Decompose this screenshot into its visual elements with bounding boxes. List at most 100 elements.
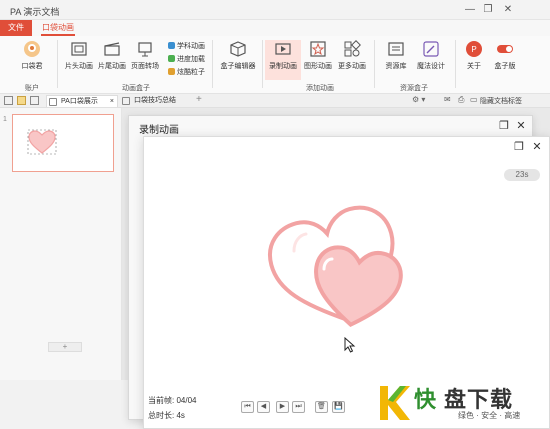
close-icon[interactable]: ✕ bbox=[500, 3, 516, 17]
page-transition-button[interactable]: 页面转场 bbox=[128, 40, 162, 71]
presentation-icon bbox=[138, 42, 152, 57]
heart-thumbnail-icon bbox=[27, 129, 57, 155]
shape-star-icon bbox=[310, 41, 326, 57]
account-group-label: 账户 bbox=[25, 85, 39, 92]
menu-tabs: 文件 口袋动画 PA bbox=[0, 20, 550, 48]
brand-slogan: 绿色 · 安全 · 高速 bbox=[458, 411, 521, 420]
account-button[interactable]: 口袋君 bbox=[16, 40, 48, 71]
account-label: 口袋君 bbox=[21, 63, 43, 70]
record-icon bbox=[275, 43, 291, 55]
close-icon[interactable]: ✕ bbox=[514, 119, 528, 133]
close-icon[interactable]: ✕ bbox=[530, 140, 544, 154]
library-icon bbox=[388, 42, 404, 56]
box-editor-label: 盒子编辑器 bbox=[220, 63, 256, 70]
restore-icon[interactable]: ❐ bbox=[480, 3, 496, 17]
previous-frame-button[interactable]: ◀ bbox=[257, 401, 270, 413]
doc-tab-pa-showcase[interactable]: PA口袋展示 × bbox=[46, 95, 118, 107]
save-icon[interactable] bbox=[30, 96, 39, 105]
magic-design-button[interactable]: 魔法设计 bbox=[413, 40, 449, 71]
doc-tab-label: 口袋技巧总结 bbox=[134, 97, 176, 104]
more-animation-button[interactable]: 更多动画 bbox=[335, 40, 369, 71]
intro-animation-button[interactable]: 片头动画 bbox=[62, 40, 96, 71]
restore-icon[interactable]: ❐ bbox=[512, 140, 526, 154]
clapper-icon bbox=[104, 42, 120, 56]
doc-tab-label: PA口袋展示 bbox=[61, 98, 98, 105]
hide-doc-tabs-label[interactable]: 隐藏文档标签 bbox=[480, 96, 522, 106]
magic-wand-icon bbox=[423, 41, 439, 57]
resource-library-button[interactable]: 资源库 bbox=[379, 40, 413, 71]
about-button[interactable]: P 关于 bbox=[460, 40, 488, 71]
cool-particles-label: 炫酷粒子 bbox=[177, 69, 205, 76]
outro-animation-button[interactable]: 片尾动画 bbox=[95, 40, 129, 71]
intro-animation-label: 片头动画 bbox=[65, 63, 93, 70]
box-edition-label: 盒子版 bbox=[494, 63, 516, 70]
ribbon: 口袋君 账户 片头动画 片尾动画 页面转场 学科动画 进度加载 炫酷粒子 动画盒… bbox=[0, 36, 550, 94]
new-doc-icon[interactable] bbox=[4, 96, 13, 105]
outro-animation-label: 片尾动画 bbox=[98, 63, 126, 70]
title-bar: PA 演示文档 — ❐ ✕ bbox=[0, 0, 550, 20]
total-time-label: 总时长: 4s bbox=[148, 411, 185, 420]
heart-highlight-2 bbox=[292, 232, 308, 253]
k-logo-icon bbox=[380, 386, 410, 420]
tab-pocket-animation[interactable]: 口袋动画 PA bbox=[33, 20, 83, 48]
play-button[interactable]: ▶ bbox=[276, 401, 289, 413]
progress-loading-item[interactable]: 进度加载 bbox=[168, 55, 205, 65]
box-editor-button[interactable]: 盒子编辑器 bbox=[218, 40, 258, 71]
about-label: 关于 bbox=[467, 63, 481, 70]
add-slide-button[interactable]: + bbox=[48, 342, 82, 352]
shape-animation-button[interactable]: 图形动画 bbox=[301, 40, 335, 71]
cool-particles-item[interactable]: 炫酷粒子 bbox=[168, 68, 205, 78]
hide-doc-icon[interactable]: ▭ bbox=[470, 95, 478, 104]
account-avatar-icon bbox=[24, 41, 40, 57]
page-transition-label: 页面转场 bbox=[131, 63, 159, 70]
slide-number: 1 bbox=[3, 116, 7, 123]
settings-dropdown-icon[interactable]: ⚙ ▾ bbox=[412, 95, 425, 104]
save-frame-button[interactable]: 💾 bbox=[332, 401, 345, 413]
toggle-icon bbox=[497, 45, 513, 53]
resource-box-group-label: 资源盒子 bbox=[400, 85, 428, 92]
site-watermark: 快 盘下载 绿色 · 安全 · 高速 bbox=[372, 378, 550, 429]
doc-tab-tips-summary[interactable]: 口袋技巧总结 bbox=[120, 95, 192, 107]
open-folder-icon[interactable] bbox=[17, 96, 26, 105]
magic-design-label: 魔法设计 bbox=[417, 63, 445, 70]
dialog-title: 录制动画 bbox=[139, 125, 179, 136]
particle-icon bbox=[168, 68, 175, 75]
small-heart-filled bbox=[314, 245, 403, 328]
mail-icon[interactable]: ✉ bbox=[444, 95, 451, 104]
grid-shapes-icon bbox=[344, 40, 361, 57]
separator bbox=[262, 40, 263, 88]
subject-animation-item[interactable]: 学科动画 bbox=[168, 42, 205, 52]
separator bbox=[374, 40, 375, 88]
restore-icon[interactable]: ❐ bbox=[497, 119, 511, 133]
film-icon bbox=[71, 42, 87, 56]
subject-animation-label: 学科动画 bbox=[177, 43, 205, 50]
last-frame-button[interactable]: ⏭ bbox=[292, 401, 305, 413]
document-tab-strip: PA口袋展示 × 口袋技巧总结 + ⚙ ▾ ✉ ⎙ ▭ 隐藏文档标签 bbox=[0, 94, 550, 108]
shape-animation-label: 图形动画 bbox=[304, 63, 332, 70]
slide-thumbnail[interactable] bbox=[12, 114, 114, 172]
box-edition-toggle[interactable]: 盒子版 bbox=[490, 40, 520, 71]
add-tab-icon[interactable]: + bbox=[196, 94, 202, 105]
document-icon bbox=[122, 97, 130, 105]
separator bbox=[57, 40, 58, 88]
separator bbox=[212, 40, 213, 88]
close-tab-icon[interactable]: × bbox=[110, 96, 114, 108]
add-animation-group-label: 添加动画 bbox=[306, 85, 334, 92]
more-animation-label: 更多动画 bbox=[338, 63, 366, 70]
star-icon bbox=[168, 42, 175, 49]
slide-panel: 1 + bbox=[0, 108, 122, 380]
print-icon[interactable]: ⎙ bbox=[458, 95, 464, 105]
animation-box-group-label: 动画盒子 bbox=[122, 85, 150, 92]
pa-logo-icon: P bbox=[466, 41, 482, 57]
delete-frame-button[interactable]: 🗑 bbox=[315, 401, 328, 413]
minimize-icon[interactable]: — bbox=[462, 3, 478, 17]
tab-file[interactable]: 文件 bbox=[0, 20, 32, 36]
record-animation-button[interactable]: 录制动画 bbox=[265, 40, 301, 80]
record-animation-label: 录制动画 bbox=[269, 63, 297, 70]
duration-badge: 23s bbox=[504, 169, 540, 181]
window-title: PA 演示文档 bbox=[10, 7, 60, 17]
first-frame-button[interactable]: ⏮ bbox=[241, 401, 254, 413]
separator bbox=[455, 40, 456, 88]
progress-loading-label: 进度加载 bbox=[177, 56, 205, 63]
document-icon bbox=[49, 98, 57, 106]
